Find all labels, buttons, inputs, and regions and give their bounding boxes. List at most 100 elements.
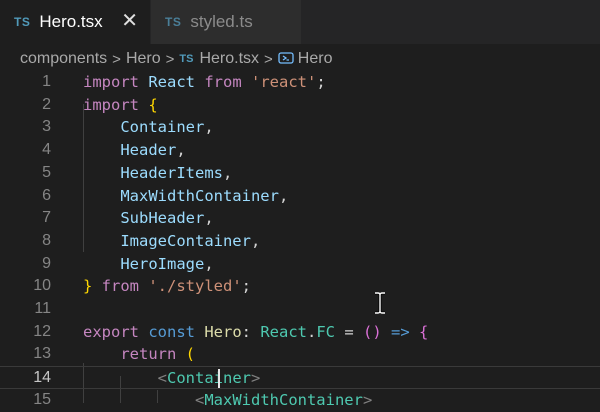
- code-token: React: [148, 73, 205, 91]
- code-token: Container: [167, 369, 251, 388]
- code-token: ,: [204, 209, 214, 228]
- code-line[interactable]: 13 return (: [0, 343, 600, 366]
- breadcrumb-separator: >: [165, 50, 175, 68]
- text-caret: [218, 369, 220, 388]
- code-token: ,: [222, 163, 233, 182]
- code-text: import React from 'react';: [83, 71, 326, 94]
- line-number: 8: [42, 231, 51, 249]
- code-text: Container,: [83, 116, 214, 139]
- code-token: <: [157, 369, 167, 388]
- code-line[interactable]: 12 export const Hero: React.FC = () => {: [0, 321, 600, 344]
- code-token: {: [419, 322, 429, 341]
- code-token: .: [307, 322, 317, 341]
- line-number: 7: [42, 209, 51, 227]
- code-text: HeaderItems,: [83, 162, 232, 185]
- code-token: :: [241, 322, 261, 341]
- code-token: ,: [204, 118, 214, 137]
- code-token: {: [148, 95, 158, 114]
- code-token: 'react': [251, 73, 317, 91]
- code-editor[interactable]: 1 import React from 'react'; 2 import {3 Co…: [0, 71, 600, 409]
- close-icon[interactable]: ✕: [121, 10, 138, 32]
- code-token: React: [260, 322, 307, 341]
- code-text: ImageContainer,: [83, 230, 260, 253]
- code-line[interactable]: 3 Container,: [0, 116, 600, 139]
- code-token: HeaderItems: [120, 163, 223, 182]
- breadcrumb-separator: >: [112, 50, 121, 68]
- code-line[interactable]: 5 HeaderItems,: [0, 162, 600, 185]
- code-token: (): [363, 322, 382, 341]
- code-token: }: [83, 277, 102, 296]
- code-line[interactable]: 9 HeroImage,: [0, 253, 600, 276]
- code-line[interactable]: 14 <Container>: [0, 366, 600, 389]
- code-line[interactable]: 6 MaxWidthContainer,: [0, 185, 600, 208]
- code-line[interactable]: 10 } from './styled';: [0, 275, 600, 298]
- code-line[interactable]: 11: [0, 298, 600, 321]
- code-token: ;: [316, 73, 326, 91]
- code-token: ,: [250, 231, 261, 250]
- tab-label: Hero.tsx: [39, 12, 103, 31]
- code-token: Container: [120, 118, 205, 137]
- code-line[interactable]: 1 import React from 'react';: [0, 71, 600, 94]
- typescript-file-icon: TS: [179, 53, 194, 65]
- line-number: 4: [42, 141, 51, 159]
- code-token: ;: [241, 277, 252, 296]
- tab-hero-tsx[interactable]: TS Hero.tsx ✕: [0, 0, 150, 44]
- code-text: <Container>: [83, 367, 261, 390]
- code-token: from: [101, 277, 149, 296]
- code-token: =: [335, 322, 364, 341]
- code-token: Hero: [204, 322, 242, 341]
- code-line[interactable]: 15 <MaxWidthContainer>: [0, 389, 600, 412]
- code-token: MaxWidthContainer: [120, 186, 279, 205]
- code-text: <MaxWidthContainer>: [83, 389, 372, 412]
- breadcrumb-separator: >: [264, 50, 273, 68]
- breadcrumb-item-components[interactable]: components: [20, 50, 107, 68]
- line-number: 14: [33, 369, 51, 387]
- code-line[interactable]: 2 import {: [0, 94, 600, 117]
- line-number: 12: [33, 322, 51, 340]
- code-line[interactable]: 7 SubHeader,: [0, 207, 600, 230]
- code-token: <: [194, 390, 205, 409]
- code-token: MaxWidthContainer: [204, 390, 363, 409]
- tab-styled-ts[interactable]: TS styled.ts: [150, 0, 301, 44]
- typescript-file-icon: TS: [14, 15, 31, 29]
- tab-bar: TS Hero.tsx ✕ TS styled.ts: [0, 0, 600, 44]
- code-text: Header,: [83, 139, 186, 162]
- breadcrumb-item-hero-file[interactable]: Hero.tsx: [199, 50, 259, 68]
- code-token: >: [362, 390, 373, 409]
- line-number: 15: [33, 390, 51, 408]
- code-token: SubHeader: [120, 209, 205, 228]
- line-number: 1: [42, 73, 51, 90]
- code-token: ImageContainer: [120, 231, 251, 250]
- code-text: MaxWidthContainer,: [83, 185, 288, 208]
- code-token: =>: [381, 322, 420, 341]
- line-number: 2: [42, 95, 51, 113]
- code-token: HeroImage: [120, 254, 205, 273]
- line-number: 10: [33, 277, 51, 295]
- text-cursor-icon: [375, 292, 385, 314]
- line-number: 9: [42, 254, 51, 272]
- code-token: ,: [204, 254, 214, 273]
- code-line[interactable]: 8 ImageContainer,: [0, 230, 600, 253]
- symbol-method-icon: [278, 51, 294, 67]
- line-number: 11: [34, 300, 51, 317]
- code-token: FC: [316, 322, 336, 341]
- code-token: ,: [176, 141, 186, 160]
- code-text: SubHeader,: [83, 207, 214, 230]
- code-token: >: [251, 369, 261, 388]
- code-token: import: [83, 73, 149, 91]
- code-token: return: [120, 345, 186, 364]
- breadcrumb-item-hero-folder[interactable]: Hero: [126, 50, 161, 68]
- code-text: import {: [83, 94, 158, 117]
- line-number: 3: [42, 118, 51, 136]
- code-text: export const Hero: React.FC = () => {: [83, 321, 428, 344]
- code-line[interactable]: 4 Header,: [0, 139, 600, 162]
- breadcrumb-item-hero-symbol[interactable]: Hero: [298, 50, 333, 68]
- code-token: export: [83, 322, 149, 341]
- code-text: } from './styled';: [83, 275, 251, 298]
